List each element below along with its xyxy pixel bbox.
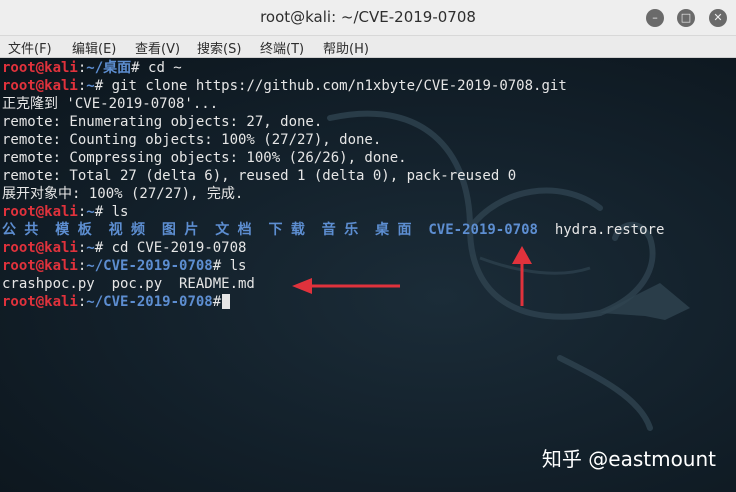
output-text: remote: Counting objects: 100% (27/27), … — [2, 132, 382, 148]
watermark: 知乎 @eastmount — [541, 447, 716, 471]
window-title: root@kali: ~/CVE-2019-0708 — [260, 8, 476, 26]
prompt-hash: # — [131, 60, 140, 76]
prompt-line: root@kali:~/桌面# cd ~ — [2, 59, 664, 77]
close-icon: ✕ — [713, 11, 723, 24]
output-line: remote: Compressing objects: 100% (26/26… — [2, 149, 664, 167]
maximize-icon: □ — [680, 11, 692, 24]
command-text: git clone https://github.com/n1xbyte/CVE… — [103, 78, 567, 94]
terminal-output: root@kali:~/桌面# cd ~ root@kali:~# git clo… — [2, 59, 664, 311]
output-text: 展开对象中: 100% (27/27), 完成. — [2, 186, 244, 202]
prompt-user: root@kali — [2, 60, 78, 76]
ls-output-line: 公 共 模 板 视 频 图 片 文 档 下 载 音 乐 桌 面 CVE-2019… — [2, 221, 664, 239]
prompt-hash: # — [94, 204, 104, 220]
prompt-line: root@kali:~# cd CVE-2019-0708 — [2, 239, 664, 257]
menu-bar: 文件(F) 编辑(E) 查看(V) 搜索(S) 终端(T) 帮助(H) — [0, 36, 736, 58]
prompt-user: root@kali — [2, 78, 78, 94]
title-bar: root@kali: ~/CVE-2019-0708 – □ ✕ — [0, 0, 736, 36]
prompt-path: ~/CVE-2019-0708 — [86, 294, 213, 310]
prompt-path: ~ — [86, 204, 95, 220]
output-line: 展开对象中: 100% (27/27), 完成. — [2, 185, 664, 203]
prompt-user: root@kali — [2, 240, 78, 256]
directory-entry: 下 载 — [268, 222, 305, 238]
menu-search[interactable]: 搜索(S) — [197, 38, 241, 57]
prompt-line: root@kali:~/CVE-2019-0708# ls — [2, 257, 664, 275]
prompt-path: ~ — [86, 78, 95, 94]
maximize-button[interactable]: □ — [677, 9, 695, 27]
prompt-line: root@kali:~/CVE-2019-0708# — [2, 293, 664, 311]
directory-entry: 视 频 — [108, 222, 146, 238]
file-entry: hydra.restore — [554, 222, 665, 238]
output-text: 正克隆到 'CVE-2019-0708'... — [2, 96, 219, 112]
directory-entry: 文 档 — [215, 222, 252, 238]
close-button[interactable]: ✕ — [709, 9, 727, 27]
prompt-hash: # — [94, 78, 104, 94]
text-cursor — [222, 294, 231, 309]
menu-file[interactable]: 文件(F) — [8, 38, 52, 57]
directory-entry: 公 共 — [2, 222, 39, 238]
prompt-line: root@kali:~# git clone https://github.co… — [2, 77, 664, 95]
directory-entry: 图 片 — [161, 222, 199, 238]
prompt-hash: # — [94, 240, 104, 256]
command-text: ls — [103, 204, 129, 220]
output-line: remote: Total 27 (delta 6), reused 1 (de… — [2, 167, 664, 185]
output-text: crashpoc.py poc.py README.md — [2, 276, 255, 292]
menu-help[interactable]: 帮助(H) — [323, 38, 369, 57]
prompt-line: root@kali:~# ls — [2, 203, 664, 221]
minimize-button[interactable]: – — [646, 9, 664, 27]
prompt-path: ~ — [86, 240, 95, 256]
output-line: remote: Enumerating objects: 27, done. — [2, 113, 664, 131]
directory-entry: 模 板 — [55, 222, 92, 238]
command-text: ls — [221, 258, 247, 274]
directory-entry: 桌 面 — [375, 222, 412, 238]
output-text: remote: Compressing objects: 100% (26/26… — [2, 150, 407, 166]
directory-entry: CVE-2019-0708 — [428, 222, 538, 238]
prompt-user: root@kali — [2, 258, 78, 274]
command-text: cd CVE-2019-0708 — [103, 240, 247, 256]
output-line: crashpoc.py poc.py README.md — [2, 275, 664, 293]
menu-view[interactable]: 查看(V) — [135, 38, 180, 57]
output-text: remote: Enumerating objects: 27, done. — [2, 114, 323, 130]
output-text: remote: Total 27 (delta 6), reused 1 (de… — [2, 168, 517, 184]
terminal-area[interactable]: root@kali:~/桌面# cd ~ root@kali:~# git clo… — [0, 58, 736, 492]
menu-terminal[interactable]: 终端(T) — [260, 38, 304, 57]
prompt-path: ~/桌面 — [86, 60, 132, 76]
directory-entry: 音 乐 — [321, 222, 359, 238]
prompt-hash: # — [212, 294, 222, 310]
prompt-user: root@kali — [2, 294, 78, 310]
prompt-user: root@kali — [2, 204, 78, 220]
menu-edit[interactable]: 编辑(E) — [72, 38, 116, 57]
command-text: cd ~ — [139, 60, 182, 76]
minimize-icon: – — [652, 11, 658, 24]
output-line: remote: Counting objects: 100% (27/27), … — [2, 131, 664, 149]
prompt-path: ~/CVE-2019-0708 — [86, 258, 213, 274]
prompt-hash: # — [212, 258, 222, 274]
output-line: 正克隆到 'CVE-2019-0708'... — [2, 95, 664, 113]
